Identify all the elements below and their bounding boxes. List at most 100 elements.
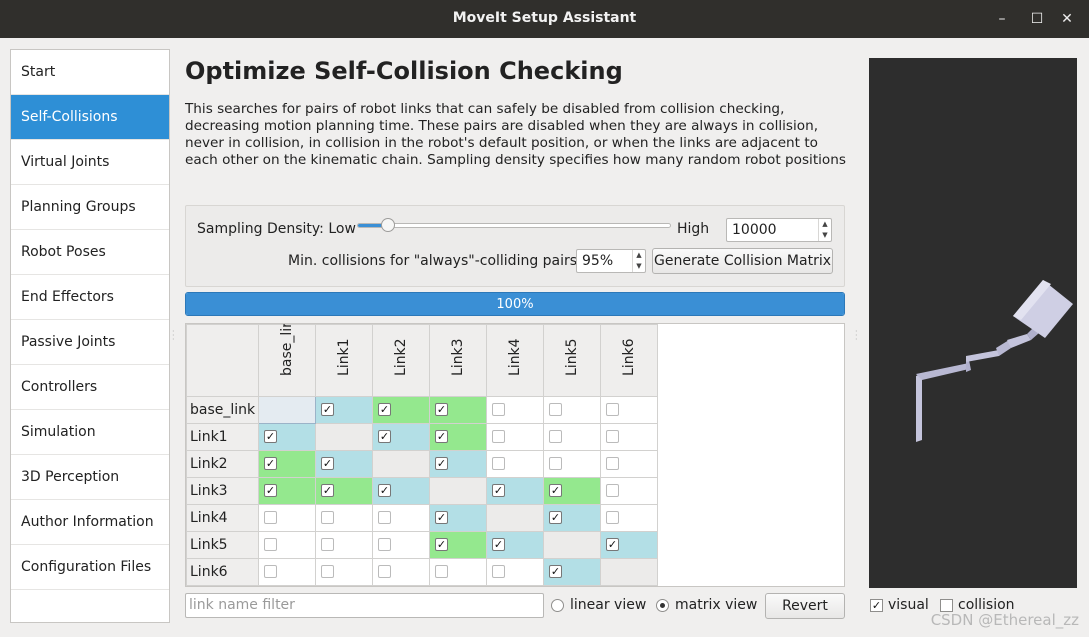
disable-collision-checkbox[interactable] — [264, 565, 277, 578]
revert-button[interactable]: Revert — [765, 593, 845, 619]
matrix-cell[interactable]: ✓ — [315, 477, 373, 505]
close-button[interactable]: ✕ — [1056, 8, 1078, 30]
matrix-cell[interactable]: ✓ — [543, 558, 601, 586]
disable-collision-checkbox[interactable]: ✓ — [321, 457, 334, 470]
disable-collision-checkbox[interactable] — [606, 403, 619, 416]
matrix-row-header[interactable]: Link5 — [186, 531, 259, 559]
matrix-cell[interactable] — [258, 558, 316, 586]
matrix-view-radio[interactable] — [656, 599, 669, 612]
disable-collision-checkbox[interactable]: ✓ — [549, 484, 562, 497]
matrix-cell[interactable] — [543, 450, 601, 478]
disable-collision-checkbox[interactable]: ✓ — [378, 484, 391, 497]
sidebar-item-passive-joints[interactable]: Passive Joints — [11, 320, 169, 365]
sampling-density-slider[interactable] — [357, 223, 671, 228]
splitter-handle[interactable]: · · · — [172, 328, 175, 344]
matrix-cell[interactable] — [600, 477, 658, 505]
matrix-row-header[interactable]: Link3 — [186, 477, 259, 505]
matrix-column-header[interactable]: Link2 — [372, 324, 430, 397]
matrix-cell[interactable] — [600, 450, 658, 478]
matrix-column-header[interactable]: Link6 — [600, 324, 658, 397]
splitter-handle-right[interactable]: · · · — [855, 328, 858, 344]
disable-collision-checkbox[interactable] — [492, 403, 505, 416]
matrix-cell[interactable]: ✓ — [600, 531, 658, 559]
disable-collision-checkbox[interactable]: ✓ — [549, 565, 562, 578]
disable-collision-checkbox[interactable] — [378, 538, 391, 551]
disable-collision-checkbox[interactable] — [264, 538, 277, 551]
generate-collision-matrix-button[interactable]: Generate Collision Matrix — [652, 248, 833, 274]
disable-collision-checkbox[interactable]: ✓ — [435, 457, 448, 470]
matrix-cell[interactable]: ✓ — [429, 504, 487, 532]
sidebar-item-end-effectors[interactable]: End Effectors — [11, 275, 169, 320]
matrix-column-header[interactable]: Link4 — [486, 324, 544, 397]
linear-view-radio[interactable] — [551, 599, 564, 612]
disable-collision-checkbox[interactable]: ✓ — [321, 484, 334, 497]
matrix-cell[interactable] — [315, 558, 373, 586]
matrix-cell[interactable] — [600, 423, 658, 451]
matrix-cell[interactable] — [372, 531, 430, 559]
matrix-cell[interactable] — [315, 531, 373, 559]
disable-collision-checkbox[interactable]: ✓ — [435, 430, 448, 443]
disable-collision-checkbox[interactable]: ✓ — [321, 403, 334, 416]
matrix-cell[interactable] — [600, 396, 658, 424]
disable-collision-checkbox[interactable]: ✓ — [435, 403, 448, 416]
matrix-cell[interactable]: ✓ — [315, 450, 373, 478]
disable-collision-checkbox[interactable]: ✓ — [264, 430, 277, 443]
sidebar-item-simulation[interactable]: Simulation — [11, 410, 169, 455]
matrix-cell[interactable] — [372, 504, 430, 532]
matrix-column-header[interactable]: Link5 — [543, 324, 601, 397]
disable-collision-checkbox[interactable] — [321, 511, 334, 524]
disable-collision-checkbox[interactable] — [492, 565, 505, 578]
matrix-row-header[interactable]: Link4 — [186, 504, 259, 532]
matrix-cell[interactable] — [486, 423, 544, 451]
matrix-cell[interactable] — [600, 504, 658, 532]
matrix-cell[interactable]: ✓ — [258, 423, 316, 451]
disable-collision-checkbox[interactable] — [606, 511, 619, 524]
matrix-cell[interactable]: ✓ — [372, 396, 430, 424]
matrix-column-header[interactable]: Link1 — [315, 324, 373, 397]
disable-collision-checkbox[interactable] — [606, 430, 619, 443]
matrix-cell[interactable]: ✓ — [315, 396, 373, 424]
matrix-view-label[interactable]: matrix view — [675, 597, 757, 613]
sidebar-item-virtual-joints[interactable]: Virtual Joints — [11, 140, 169, 185]
disable-collision-checkbox[interactable] — [549, 457, 562, 470]
matrix-cell[interactable] — [543, 423, 601, 451]
disable-collision-checkbox[interactable] — [435, 565, 448, 578]
matrix-cell[interactable]: ✓ — [258, 450, 316, 478]
disable-collision-checkbox[interactable]: ✓ — [492, 484, 505, 497]
disable-collision-checkbox[interactable]: ✓ — [606, 538, 619, 551]
disable-collision-checkbox[interactable]: ✓ — [378, 430, 391, 443]
disable-collision-checkbox[interactable]: ✓ — [435, 538, 448, 551]
disable-collision-checkbox[interactable] — [264, 511, 277, 524]
matrix-cell[interactable] — [543, 396, 601, 424]
sidebar-item-3d-perception[interactable]: 3D Perception — [11, 455, 169, 500]
matrix-cell[interactable]: ✓ — [372, 477, 430, 505]
matrix-cell[interactable]: ✓ — [486, 477, 544, 505]
matrix-row-header[interactable]: Link1 — [186, 423, 259, 451]
linear-view-label[interactable]: linear view — [570, 597, 646, 613]
sidebar-item-robot-poses[interactable]: Robot Poses — [11, 230, 169, 275]
matrix-cell[interactable]: ✓ — [543, 504, 601, 532]
disable-collision-checkbox[interactable]: ✓ — [549, 511, 562, 524]
sampling-density-input[interactable]: 10000 ▲ ▼ — [726, 218, 832, 242]
matrix-row-header[interactable]: Link2 — [186, 450, 259, 478]
disable-collision-checkbox[interactable] — [492, 430, 505, 443]
disable-collision-checkbox[interactable] — [321, 565, 334, 578]
matrix-cell[interactable] — [486, 396, 544, 424]
slider-handle[interactable] — [381, 218, 396, 232]
disable-collision-checkbox[interactable] — [492, 457, 505, 470]
density-spin-arrows[interactable]: ▲ ▼ — [818, 219, 831, 241]
matrix-cell[interactable]: ✓ — [429, 450, 487, 478]
disable-collision-checkbox[interactable] — [606, 457, 619, 470]
sidebar-item-planning-groups[interactable]: Planning Groups — [11, 185, 169, 230]
disable-collision-checkbox[interactable]: ✓ — [378, 403, 391, 416]
disable-collision-checkbox[interactable] — [378, 511, 391, 524]
minimize-button[interactable]: – — [991, 8, 1013, 30]
sidebar-item-start[interactable]: Start — [11, 50, 169, 95]
matrix-column-header[interactable]: base_link — [258, 324, 316, 397]
matrix-cell[interactable] — [258, 531, 316, 559]
matrix-cell[interactable] — [372, 558, 430, 586]
disable-collision-checkbox[interactable] — [549, 430, 562, 443]
matrix-cell[interactable] — [429, 558, 487, 586]
matrix-cell[interactable] — [258, 504, 316, 532]
disable-collision-checkbox[interactable] — [606, 484, 619, 497]
